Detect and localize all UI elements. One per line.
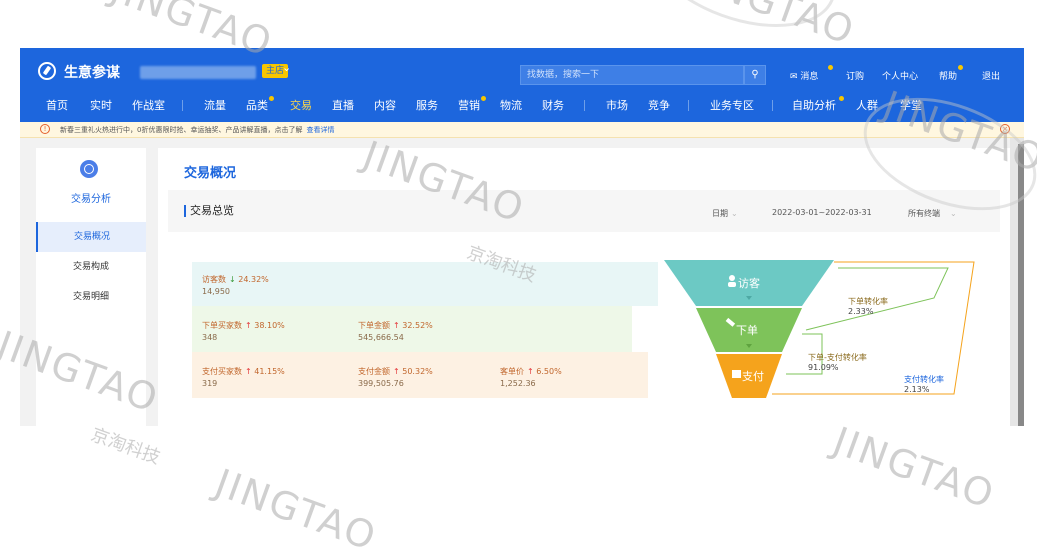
- order-pay-rate-label: 下单-支付转化率: [808, 353, 867, 362]
- help-link[interactable]: 帮助: [939, 69, 957, 82]
- nav-crowd[interactable]: 人群: [856, 97, 878, 113]
- main-nav: 首页 实时 作战室 流量 品类 交易 直播 内容 服务 营销 物流 财务 市场 …: [20, 92, 1024, 120]
- nav-academy[interactable]: 学堂: [900, 97, 922, 113]
- nav-competition[interactable]: 竞争: [648, 97, 670, 113]
- shop-name-blurred[interactable]: [140, 66, 256, 79]
- logo-row: 生意参谋 主店 ⌄ 找数据，搜索一下 ⚲ ✉ 消息 订购 个人中心 帮助 退出: [20, 48, 1024, 90]
- sidebar-item-overview[interactable]: 交易概况: [36, 222, 146, 252]
- nav-divider: [688, 100, 689, 111]
- pay-rate: 支付转化率 2.13%: [904, 374, 944, 394]
- app-logo-text[interactable]: 生意参谋: [64, 62, 120, 82]
- nav-trade[interactable]: 交易: [290, 97, 312, 113]
- search-input[interactable]: 找数据，搜索一下: [520, 65, 744, 85]
- funnel-visitors-label: 访客: [738, 277, 760, 290]
- order-rate-label: 下单转化率: [848, 297, 888, 306]
- nav-category[interactable]: 品类: [246, 97, 268, 113]
- order-rate-value: 2.33%: [848, 307, 874, 316]
- sidebar-item-detail[interactable]: 交易明细: [36, 282, 146, 312]
- nav-market[interactable]: 市场: [606, 97, 628, 113]
- info-icon: !: [40, 124, 50, 134]
- trade-analysis-icon: [80, 160, 98, 178]
- nav-home[interactable]: 首页: [46, 97, 68, 113]
- notification-dot: [828, 65, 833, 70]
- nav-self-analysis[interactable]: 自助分析: [792, 97, 836, 113]
- sidebar-item-composition[interactable]: 交易构成: [36, 252, 146, 282]
- chevron-down-icon[interactable]: ⌄: [282, 61, 291, 74]
- nav-war-room[interactable]: 作战室: [132, 97, 165, 113]
- nav-divider: [772, 100, 773, 111]
- nav-dot: [481, 96, 486, 101]
- app-window: 生意参谋 主店 ⌄ 找数据，搜索一下 ⚲ ✉ 消息 订购 个人中心 帮助 退出 …: [20, 48, 1024, 426]
- funnel-order-label: 下单: [736, 324, 758, 337]
- conversion-funnel: [664, 260, 975, 398]
- order-pay-rate-value: 91.09%: [808, 363, 839, 372]
- nav-dot: [269, 96, 274, 101]
- user-icon-body: [728, 282, 736, 287]
- nav-logistics[interactable]: 物流: [500, 97, 522, 113]
- notice-detail-link[interactable]: 查看详情: [306, 126, 334, 134]
- notice-bar: ! 新春三重礼火热进行中，0折优惠限时抢、幸运抽奖、产品讲解直播，点击了解 查看详…: [20, 122, 1024, 138]
- sidebar: 交易分析 交易概况 交易构成 交易明细: [36, 148, 146, 426]
- wallet-icon: [732, 370, 741, 378]
- funnel-pay-label: 支付: [742, 370, 764, 383]
- nav-traffic[interactable]: 流量: [204, 97, 226, 113]
- close-icon[interactable]: ×: [1000, 124, 1010, 134]
- nav-business-zone[interactable]: 业务专区: [710, 97, 754, 113]
- nav-live[interactable]: 直播: [332, 97, 354, 113]
- logout-link[interactable]: 退出: [982, 69, 1000, 82]
- nav-marketing[interactable]: 营销: [458, 97, 480, 113]
- nav-service[interactable]: 服务: [416, 97, 438, 113]
- profile-link[interactable]: 个人中心: [882, 69, 918, 82]
- order-rate: 下单转化率 2.33%: [848, 296, 888, 316]
- watermark-ring: [627, 0, 853, 51]
- search-icon[interactable]: ⚲: [744, 65, 766, 85]
- watermark: JINGTAO: [687, 0, 861, 54]
- order-pay-rate: 下单-支付转化率 91.09%: [808, 352, 867, 372]
- sidebar-title: 交易分析: [71, 194, 111, 205]
- blank-region: [16, 426, 1022, 478]
- vertical-scrollbar-thumb[interactable]: [1018, 144, 1024, 426]
- user-icon: [729, 275, 735, 281]
- compass-logo-icon: [38, 62, 56, 80]
- nav-divider: [182, 100, 183, 111]
- messages-label: 消息: [800, 72, 819, 82]
- messages-link[interactable]: ✉ 消息: [790, 69, 818, 82]
- subscribe-link[interactable]: 订购: [846, 69, 864, 82]
- top-bar: 生意参谋 主店 ⌄ 找数据，搜索一下 ⚲ ✉ 消息 订购 个人中心 帮助 退出 …: [20, 48, 1024, 122]
- pay-rate-value: 2.13%: [904, 385, 930, 394]
- nav-finance[interactable]: 财务: [542, 97, 564, 113]
- help-dot: [958, 65, 963, 70]
- page: 生意参谋 主店 ⌄ 找数据，搜索一下 ⚲ ✉ 消息 订购 个人中心 帮助 退出 …: [0, 0, 1037, 550]
- nav-realtime[interactable]: 实时: [90, 97, 112, 113]
- nav-divider: [584, 100, 585, 111]
- nav-dot: [839, 96, 844, 101]
- pay-rate-label: 支付转化率: [904, 375, 944, 384]
- notice-text: 新春三重礼火热进行中，0折优惠限时抢、幸运抽奖、产品讲解直播，点击了解 查看详情: [60, 125, 334, 135]
- notice-message: 新春三重礼火热进行中，0折优惠限时抢、幸运抽奖、产品讲解直播，点击了解: [60, 126, 303, 134]
- main-content: 交易概况 交易总览 日期 ⌄ 2022-03-01~2022-03-31 所有终端…: [158, 148, 1010, 426]
- nav-content[interactable]: 内容: [374, 97, 396, 113]
